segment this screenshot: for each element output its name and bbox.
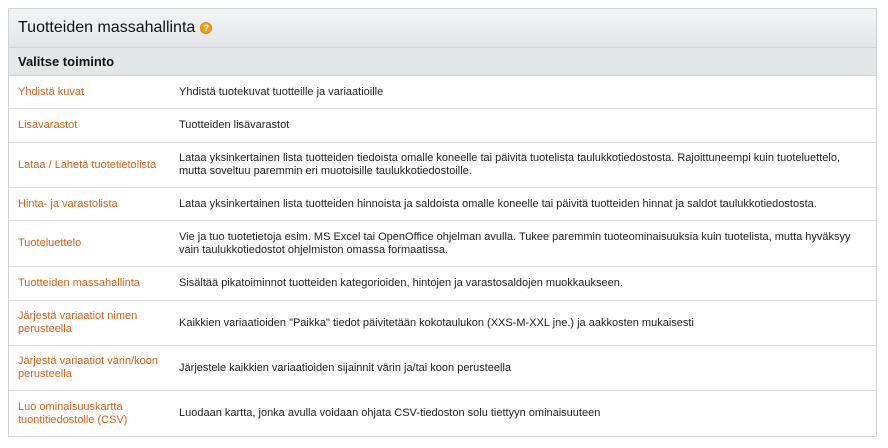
action-description: Lataa yksinkertainen lista tuotteiden hi… (179, 197, 817, 210)
action-row: Lataa / Lähetä tuotetietolista Lataa yks… (9, 143, 876, 188)
action-row: Järjestä variaatiot nimen perusteella Ka… (9, 301, 876, 346)
action-description: Luodaan kartta, jonka avulla voidaan ohj… (179, 407, 601, 419)
action-link-sort-variations-by-name[interactable]: Järjestä variaatiot nimen perusteella (9, 310, 179, 336)
action-description: Yhdistä tuotekuvat tuotteille ja variaat… (179, 85, 384, 98)
action-row: Hinta- ja varastolista Lataa yksinkertai… (9, 188, 876, 221)
action-description: Kaikkien variaatioiden "Paikka" tiedot p… (179, 316, 694, 329)
action-row: Yhdistä kuvat Yhdistä tuotekuvat tuottei… (9, 76, 876, 109)
action-list: Yhdistä kuvat Yhdistä tuotekuvat tuottei… (9, 76, 876, 436)
action-description: Järjestele kaikkien variaatioiden sijain… (179, 361, 512, 374)
action-link-extra-warehouses[interactable]: Lisävarastot (9, 119, 179, 132)
action-description: Vie ja tuo tuotetietoja esim. MS Excel t… (179, 230, 851, 256)
action-link-create-attribute-map[interactable]: Luo ominaisuuskartta tuontitiedostolle (… (9, 401, 179, 427)
action-link-price-stock-list[interactable]: Hinta- ja varastolista (9, 198, 179, 211)
panel-header: Tuotteiden massahallinta ? (9, 9, 876, 48)
action-description: Tuotteiden lisävarastot (179, 119, 290, 131)
action-row: Luo ominaisuuskartta tuontitiedostolle (… (9, 391, 876, 436)
action-link-product-catalog[interactable]: Tuoteluettelo (9, 237, 179, 250)
help-icon[interactable]: ? (200, 22, 213, 34)
action-link-combine-images[interactable]: Yhdistä kuvat (9, 86, 179, 99)
action-link-product-info-list[interactable]: Lataa / Lähetä tuotetietolista (9, 159, 179, 172)
action-link-sort-variations-by-color-size[interactable]: Järjestä variaatiot värin/koon perusteel… (9, 355, 179, 381)
mass-management-panel: Tuotteiden massahallinta ? Valitse toimi… (8, 8, 877, 437)
section-title: Valitse toiminto (9, 48, 876, 76)
page-title: Tuotteiden massahallinta (18, 19, 196, 36)
action-row: Lisävarastot Tuotteiden lisävarastot (9, 109, 876, 143)
action-link-mass-management[interactable]: Tuotteiden massahallinta (9, 277, 179, 290)
page: Tuotteiden massahallinta ? Valitse toimi… (0, 0, 888, 448)
action-row: Järjestä variaatiot värin/koon perusteel… (9, 346, 876, 391)
action-row: Tuotteiden massahallinta Sisältää pikato… (9, 267, 876, 301)
action-description: Lataa yksinkertainen lista tuotteiden ti… (179, 152, 841, 177)
action-description: Sisältää pikatoiminnot tuotteiden katego… (179, 277, 623, 289)
action-row: Tuoteluettelo Vie ja tuo tuotetietoja es… (9, 221, 876, 267)
